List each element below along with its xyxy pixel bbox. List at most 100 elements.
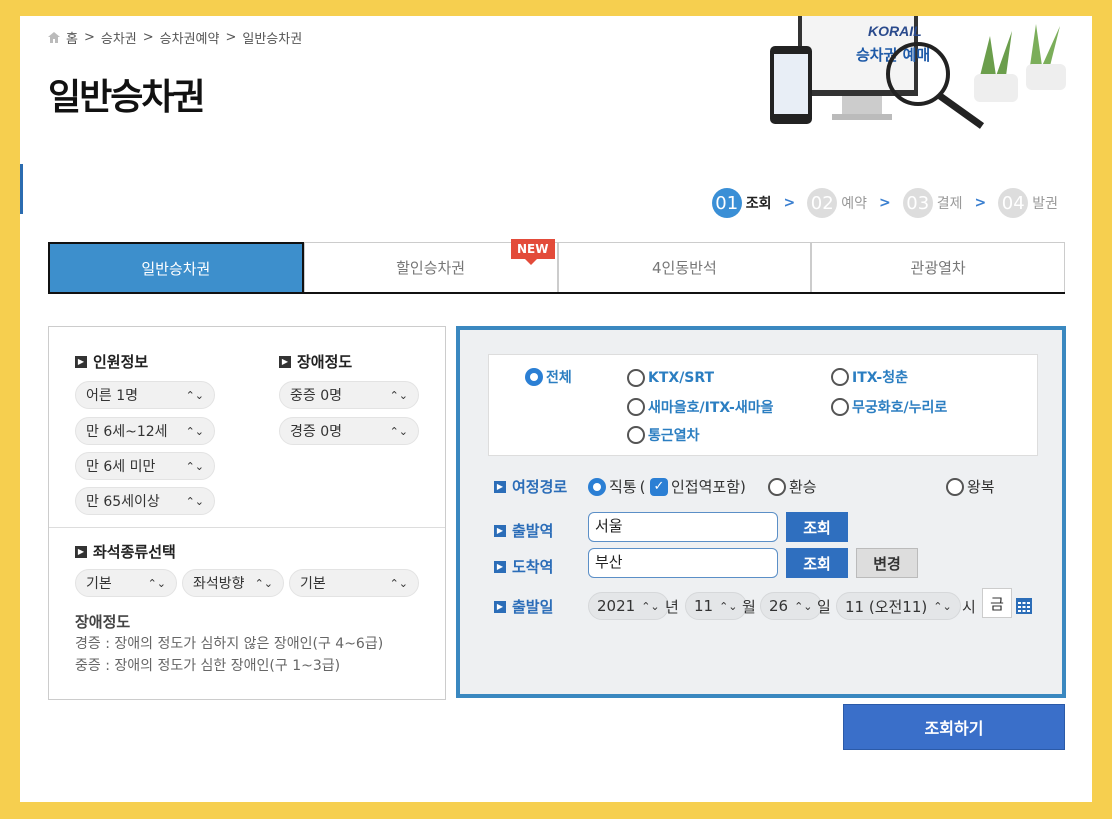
disability-note-title: 장애정도 (75, 613, 131, 631)
breadcrumb-item[interactable]: 승차권예약 (160, 28, 220, 47)
search-submit-button[interactable]: 조회하기 (843, 704, 1065, 750)
route-transfer[interactable]: 환승 (768, 476, 817, 497)
radio-selected-icon (588, 477, 606, 496)
day-unit: 일 (817, 598, 831, 616)
bullet-arrow-icon: ▶ (75, 355, 87, 368)
step-arrow-icon: > (974, 195, 987, 211)
seat-option-select[interactable]: 기본 ⌃⌄ (289, 569, 419, 597)
year-unit: 년 (665, 598, 679, 616)
breadcrumb-sep: > (83, 30, 95, 45)
departure-search-button[interactable]: 조회 (786, 512, 848, 542)
step-search: 01 조회 (711, 188, 772, 218)
arrival-search-button[interactable]: 조회 (786, 548, 848, 578)
plant-icon (974, 24, 1066, 102)
year-select[interactable]: 2021 ⌃⌄ (588, 592, 669, 620)
train-type-saemaeul[interactable]: 새마을호/ITX-새마을 (627, 397, 774, 417)
bullet-arrow-icon: ▶ (75, 545, 87, 558)
step-number: 02 (807, 188, 838, 218)
train-type-mugunghwa[interactable]: 무궁화호/누리로 (831, 397, 947, 417)
hour-select[interactable]: 11 (오전11) ⌃⌄ (836, 592, 961, 620)
page-title: 일반승차권 (48, 77, 206, 118)
breadcrumb-home[interactable]: 홈 (66, 28, 78, 47)
train-type-commuter[interactable]: 통근열차 (627, 425, 700, 445)
radio-icon (627, 369, 645, 387)
step-issue: 04 발권 (998, 188, 1058, 218)
breadcrumb-item[interactable]: 승차권 (101, 28, 137, 47)
departure-station-input[interactable]: 서울 (588, 512, 778, 542)
route-roundtrip[interactable]: 왕복 (946, 476, 995, 497)
select-value: 26 (769, 597, 789, 615)
breadcrumb-sep: > (225, 30, 237, 45)
select-value: 기본 (300, 576, 326, 592)
seat-type-select[interactable]: 기본 ⌃⌄ (75, 569, 177, 597)
seat-direction-select[interactable]: 좌석방향 ⌃⌄ (182, 569, 284, 597)
radio-label: 직통 (609, 478, 637, 496)
new-badge: NEW (511, 239, 555, 265)
train-type-all[interactable]: 전체 (525, 367, 572, 387)
senior-count-select[interactable]: 만 65세이상 ⌃⌄ (75, 487, 215, 515)
radio-selected-icon (525, 368, 543, 386)
radio-icon (768, 477, 786, 496)
tab-label: 할인승차권 (396, 259, 466, 277)
step-number: 03 (902, 188, 933, 218)
weekday-display: 금 (982, 588, 1012, 618)
train-type-box: 전체 KTX/SRT ITX-청춘 새마을호/ITX-새마을 무궁화호/누리로 … (488, 354, 1038, 456)
toddler-count-select[interactable]: 만 6세 미만 ⌃⌄ (75, 452, 215, 480)
arrival-label: ▶ 도착역 (494, 556, 553, 577)
select-value: 만 6세~12세 (86, 424, 168, 440)
adult-count-select[interactable]: 어른 1명 ⌃⌄ (75, 381, 215, 409)
step-label: 발권 (1032, 196, 1058, 212)
seat-heading: ▶ 좌석종류선택 (75, 541, 176, 562)
select-value: 11 (오전11) (845, 597, 928, 616)
month-select[interactable]: 11 ⌃⌄ (685, 592, 747, 620)
select-value: 경증 0명 (290, 424, 342, 440)
radio-label: 새마을호/ITX-새마을 (648, 400, 774, 416)
radio-icon (627, 426, 645, 444)
updown-chevron-icon: ⌃⌄ (719, 599, 738, 613)
updown-chevron-icon: ⌃⌄ (185, 459, 204, 473)
day-select[interactable]: 26 ⌃⌄ (760, 592, 822, 620)
select-value: 기본 (86, 576, 112, 592)
severe-disability-select[interactable]: 중증 0명 ⌃⌄ (279, 381, 419, 409)
train-type-itx[interactable]: ITX-청춘 (831, 367, 908, 387)
route-direct[interactable]: 직통 ( (588, 476, 645, 497)
tab-tour-train[interactable]: 관광열차 (811, 242, 1065, 292)
disability-note-line: 중증 : 장애의 정도가 심한 장애인(구 1~3급) (75, 658, 341, 674)
train-type-ktx[interactable]: KTX/SRT (627, 369, 714, 387)
mild-disability-select[interactable]: 경증 0명 ⌃⌄ (279, 417, 419, 445)
step-number: 01 (711, 188, 742, 218)
updown-chevron-icon: ⌃⌄ (254, 576, 273, 590)
radio-label: ITX-청춘 (852, 370, 908, 386)
hour-unit: 시 (962, 598, 976, 616)
updown-chevron-icon: ⌃⌄ (389, 388, 408, 402)
updown-chevron-icon: ⌃⌄ (641, 599, 660, 613)
updown-chevron-icon: ⌃⌄ (933, 599, 952, 613)
tab-discount-ticket[interactable]: 할인승차권 NEW (303, 239, 558, 292)
route-label: ▶ 여정경로 (494, 476, 567, 497)
tab-four-person-seat[interactable]: 4인동반석 (557, 242, 812, 292)
swap-stations-button[interactable]: 변경 (856, 548, 918, 578)
select-value: 만 6세 미만 (86, 459, 156, 475)
select-value: 중증 0명 (290, 388, 342, 404)
label-text: 출발역 (512, 522, 554, 540)
home-icon[interactable] (48, 32, 60, 43)
arrival-station-input[interactable]: 부산 (588, 548, 778, 578)
radio-icon (831, 368, 849, 386)
select-value: 만 65세이상 (86, 494, 160, 510)
step-payment: 03 결제 (902, 188, 963, 218)
tab-general-ticket[interactable]: 일반승차권 (48, 242, 304, 292)
calendar-icon[interactable] (1016, 598, 1032, 614)
breadcrumb: 홈 > 승차권 > 승차권예약 > 일반승차권 (48, 28, 302, 47)
hero-illustration: KORAIL 승차권 예매 (770, 16, 1066, 129)
select-value: 좌석방향 (193, 576, 245, 592)
step-arrow-icon: > (879, 195, 891, 211)
updown-chevron-icon: ⌃⌄ (185, 388, 204, 402)
passenger-heading: ▶ 인원정보 (75, 351, 148, 372)
select-value: 어른 1명 (86, 388, 138, 404)
radio-icon (627, 398, 645, 416)
bullet-arrow-icon: ▶ (279, 355, 291, 368)
select-value: 2021 (597, 597, 636, 615)
child-count-select[interactable]: 만 6세~12세 ⌃⌄ (75, 417, 215, 445)
checkbox-checked-icon: ✓ (650, 477, 668, 496)
route-adjacent-checkbox[interactable]: ✓ 인접역포함) (650, 476, 746, 497)
